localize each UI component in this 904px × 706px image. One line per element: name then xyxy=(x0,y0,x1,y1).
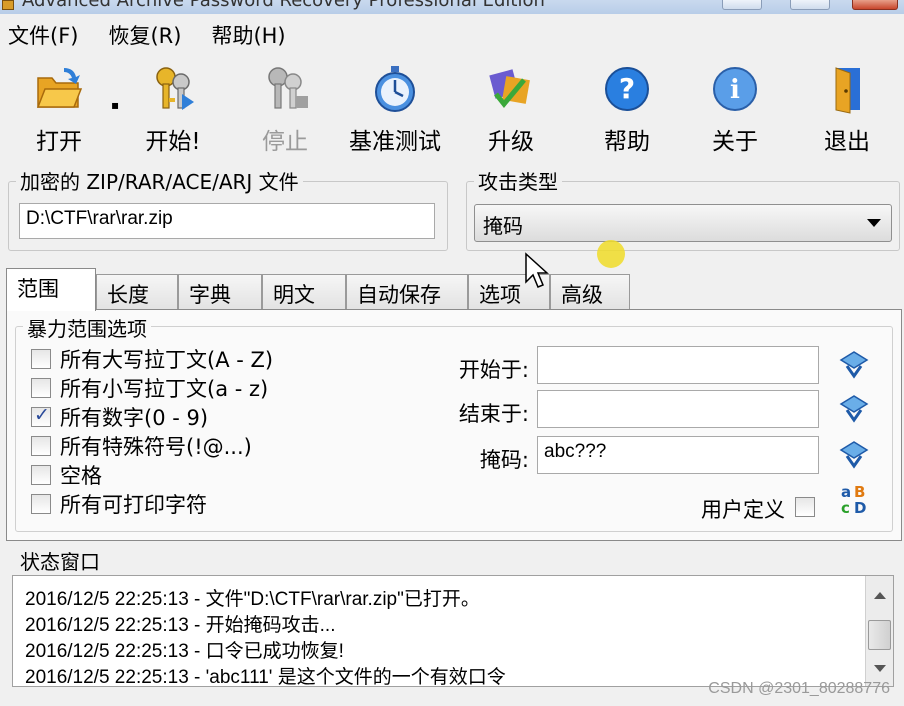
keys-disabled-icon xyxy=(268,67,308,109)
checkbox-lowercase[interactable] xyxy=(31,378,51,398)
log-line: 2016/12/5 22:25:13 - 文件"D:\CTF\rar\rar.z… xyxy=(25,589,480,610)
open-button[interactable]: 打开 xyxy=(14,60,104,155)
log-line: 2016/12/5 22:25:13 - 开始掩码攻击... xyxy=(25,615,336,636)
title-bar[interactable]: Advanced Archive Password Recovery Profe… xyxy=(0,0,904,14)
mouse-cursor-icon xyxy=(525,252,549,288)
check-space[interactable]: 空格 xyxy=(31,461,102,489)
window-title: Advanced Archive Password Recovery Profe… xyxy=(22,0,545,11)
question-icon: ? xyxy=(605,67,649,111)
upgrade-label: 升级 xyxy=(488,129,534,155)
upgrade-icon xyxy=(489,69,530,108)
about-label: 关于 xyxy=(712,129,758,155)
end-at-label: 结束于: xyxy=(458,402,529,426)
watermark: CSDN @2301_80288776 xyxy=(708,680,890,697)
help-button[interactable]: ? 帮助 xyxy=(582,60,672,155)
mask-input[interactable]: abc??? xyxy=(537,436,819,474)
check-uppercase-label: 所有大写拉丁文(A - Z) xyxy=(60,348,274,372)
benchmark-button[interactable]: 基准测试 xyxy=(340,60,450,155)
attack-type-value: 掩码 xyxy=(483,214,523,238)
menu-recovery[interactable]: 恢复(R) xyxy=(108,20,181,50)
svg-text:c: c xyxy=(841,499,850,516)
charset-editor-icon[interactable]: a B c D xyxy=(839,482,873,516)
open-label: 打开 xyxy=(36,129,82,155)
keys-icon xyxy=(156,67,194,110)
upgrade-button[interactable]: 升级 xyxy=(466,60,556,155)
start-from-input[interactable] xyxy=(537,346,819,384)
tab-dictionary[interactable]: 字典 xyxy=(178,274,262,310)
exit-button[interactable]: 退出 xyxy=(802,60,892,155)
minimize-button[interactable] xyxy=(722,0,762,10)
svg-text:?: ? xyxy=(619,72,635,105)
folder-open-icon xyxy=(36,68,83,108)
range-options-title: 暴力范围选项 xyxy=(23,313,151,342)
status-window-title: 状态窗口 xyxy=(16,546,104,575)
scroll-up-icon[interactable] xyxy=(874,592,886,599)
toolbar: 打开 ▪ 开始! 停止 基准测试 升级 ? 帮助 i 关于 退出 xyxy=(0,56,904,156)
checkbox-printable[interactable] xyxy=(31,494,51,514)
stopwatch-icon xyxy=(375,66,415,112)
help-label: 帮助 xyxy=(604,129,650,155)
check-printable-label: 所有可打印字符 xyxy=(60,493,207,517)
scroll-down-icon[interactable] xyxy=(874,665,886,672)
status-scrollbar[interactable] xyxy=(865,576,893,686)
menu-file[interactable]: 文件(F) xyxy=(8,20,78,50)
start-button[interactable]: 开始! xyxy=(128,60,218,155)
open-dropdown-arrow[interactable]: ▪ xyxy=(111,98,119,112)
check-special[interactable]: 所有特殊符号(!@...) xyxy=(31,432,252,460)
mask-label: 掩码: xyxy=(479,448,529,472)
start-label: 开始! xyxy=(145,129,201,155)
stop-button[interactable]: 停止 xyxy=(240,60,330,155)
benchmark-label: 基准测试 xyxy=(349,129,441,155)
menu-help[interactable]: 帮助(H) xyxy=(211,20,285,50)
attack-type-select[interactable]: 掩码 xyxy=(474,204,892,242)
check-digits[interactable]: 所有数字(0 - 9) xyxy=(31,403,208,431)
click-highlight xyxy=(597,240,625,268)
start-charset-picker-icon[interactable] xyxy=(837,348,871,382)
app-icon xyxy=(2,0,14,10)
close-button[interactable] xyxy=(852,0,898,10)
tab-advanced[interactable]: 高级 xyxy=(550,274,630,310)
tab-plaintext[interactable]: 明文 xyxy=(262,274,346,310)
tab-range[interactable]: 范围 xyxy=(6,268,96,311)
file-group-title: 加密的 ZIP/RAR/ACE/ARJ 文件 xyxy=(16,166,303,195)
check-digits-label: 所有数字(0 - 9) xyxy=(60,406,209,430)
checkbox-space[interactable] xyxy=(31,465,51,485)
check-uppercase[interactable]: 所有大写拉丁文(A - Z) xyxy=(31,345,273,373)
info-icon: i xyxy=(713,67,757,111)
svg-text:i: i xyxy=(730,75,740,105)
checkbox-special[interactable] xyxy=(31,436,51,456)
stop-label: 停止 xyxy=(262,129,308,155)
mask-charset-picker-icon[interactable] xyxy=(837,438,871,472)
chevron-down-icon xyxy=(867,219,881,227)
checkbox-uppercase[interactable] xyxy=(31,349,51,369)
check-space-label: 空格 xyxy=(60,464,102,488)
checkbox-digits[interactable] xyxy=(31,404,51,427)
check-special-label: 所有特殊符号(!@...) xyxy=(60,435,252,459)
tab-autosave[interactable]: 自动保存 xyxy=(346,274,468,310)
check-printable[interactable]: 所有可打印字符 xyxy=(31,490,207,518)
status-log[interactable]: 2016/12/5 22:25:13 - 文件"D:\CTF\rar\rar.z… xyxy=(12,575,894,688)
menu-bar: 文件(F) 恢复(R) 帮助(H) xyxy=(0,18,904,52)
door-icon xyxy=(835,67,860,114)
user-defined-label: 用户定义 xyxy=(701,498,785,522)
svg-text:D: D xyxy=(854,499,866,516)
range-tab-panel: 暴力范围选项 所有大写拉丁文(A - Z) 所有小写拉丁文(a - z) 所有数… xyxy=(6,309,902,541)
scroll-thumb[interactable] xyxy=(868,620,891,650)
attack-group-title: 攻击类型 xyxy=(474,166,562,195)
maximize-button[interactable] xyxy=(790,0,830,10)
about-button[interactable]: i 关于 xyxy=(690,60,780,155)
exit-label: 退出 xyxy=(824,129,870,155)
file-path-input[interactable]: D:\CTF\rar\rar.zip xyxy=(19,203,435,239)
log-line: 2016/12/5 22:25:13 - 'abc111' 是这个文件的一个有效… xyxy=(25,667,506,688)
end-at-input[interactable] xyxy=(537,390,819,428)
check-lowercase[interactable]: 所有小写拉丁文(a - z) xyxy=(31,374,268,402)
checkbox-user-defined[interactable] xyxy=(795,497,815,517)
tab-length[interactable]: 长度 xyxy=(96,274,178,310)
end-charset-picker-icon[interactable] xyxy=(837,392,871,426)
log-line: 2016/12/5 22:25:13 - 口令已成功恢复! xyxy=(25,641,344,662)
check-lowercase-label: 所有小写拉丁文(a - z) xyxy=(60,377,269,401)
start-from-label: 开始于: xyxy=(458,358,529,382)
